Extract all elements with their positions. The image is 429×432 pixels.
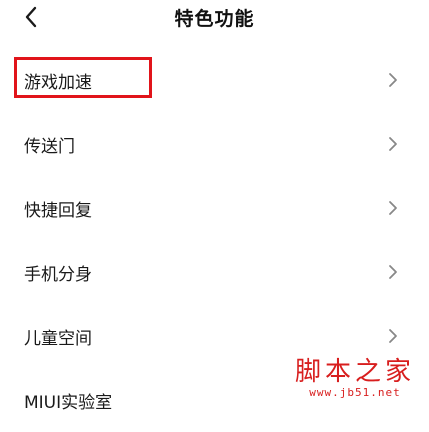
list-item-label: 快捷回复 <box>24 201 92 221</box>
page-title: 特色功能 <box>174 8 255 30</box>
chevron-right-icon <box>387 327 399 345</box>
chevron-right-icon <box>387 135 399 153</box>
list-item-label: MIUI实验室 <box>24 393 113 413</box>
list-item-second-space[interactable]: 手机分身 <box>0 240 429 304</box>
chevron-right-icon <box>387 71 399 89</box>
watermark-text: 脚本之家 <box>294 357 415 387</box>
watermark: 脚本之家 www.jb51.net <box>295 357 415 399</box>
list-item-portal[interactable]: 传送门 <box>0 112 429 176</box>
watermark-url: www.jb51.net <box>309 386 401 399</box>
highlight-box <box>14 57 152 98</box>
top-bar: 特色功能 <box>0 0 429 40</box>
chevron-right-icon <box>387 263 399 281</box>
list-item-label: 儿童空间 <box>24 329 92 349</box>
list-item-label: 手机分身 <box>24 265 92 285</box>
chevron-right-icon <box>387 199 399 217</box>
list-item-label: 传送门 <box>24 137 75 157</box>
list-item-quick-reply[interactable]: 快捷回复 <box>0 176 429 240</box>
